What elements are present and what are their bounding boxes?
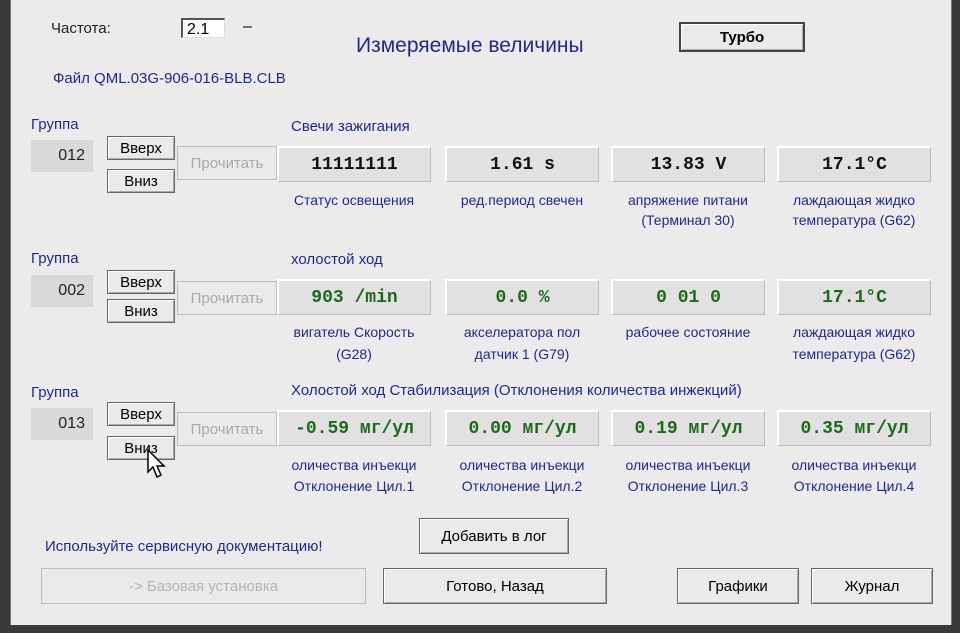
add-to-log-button[interactable]: Добавить в лог bbox=[419, 518, 569, 554]
value-field: 13.83 V bbox=[611, 146, 765, 182]
value-field: 0.35 мг/ул bbox=[777, 410, 931, 446]
value-description: Статус освещения bbox=[293, 192, 415, 208]
group-number-field[interactable]: 002 bbox=[31, 275, 93, 307]
group-read-button[interactable]: Прочитать bbox=[177, 412, 277, 446]
frequency-suffix: – bbox=[243, 18, 252, 35]
value-description: оличества инъекци bbox=[791, 457, 917, 473]
value-description-2: Отклонение Цил.1 bbox=[293, 478, 415, 494]
group-read-button[interactable]: Прочитать bbox=[177, 281, 277, 315]
value-description-2: (Терминал 30) bbox=[641, 212, 735, 228]
value-description: лаждающая жидко bbox=[793, 192, 915, 208]
file-label: Файл QML.03G-906-016-BLB.CLB bbox=[53, 70, 286, 87]
page-title: Измеряемые величины bbox=[356, 34, 584, 57]
group-up-button[interactable]: Вверх bbox=[107, 402, 175, 426]
value-field: 1.61 s bbox=[445, 146, 599, 182]
value-field: 17.1°C bbox=[777, 279, 931, 315]
group-label: Группа bbox=[31, 384, 79, 401]
journal-button[interactable]: Журнал bbox=[811, 568, 933, 604]
group-label: Группа bbox=[31, 250, 79, 267]
group-number-field[interactable]: 012 bbox=[31, 140, 93, 172]
value-description: вигатель Скорость bbox=[293, 324, 415, 340]
value-description: оличества инъекци bbox=[459, 457, 585, 473]
value-field: 17.1°C bbox=[777, 146, 931, 182]
group-down-button[interactable]: Вниз bbox=[107, 299, 175, 323]
value-description-2: температура (G62) bbox=[792, 346, 916, 362]
value-field: 903 /min bbox=[277, 279, 431, 315]
value-description: акселератора пол bbox=[463, 324, 581, 340]
value-description: рабочее состояние bbox=[625, 324, 751, 340]
value-description-2: датчик 1 (G79) bbox=[474, 346, 570, 362]
value-description-2: Отклонение Цил.4 bbox=[793, 478, 915, 494]
turbo-button[interactable]: Турбо bbox=[679, 22, 805, 52]
measured-values-window: Частота: 2.1 – Измеряемые величины Турбо… bbox=[10, 0, 952, 625]
group-title: Холостой ход Стабилизация (Отклонения ко… bbox=[291, 382, 742, 399]
done-back-button[interactable]: Готово, Назад bbox=[383, 568, 607, 604]
basic-settings-button[interactable]: -> Базовая установка bbox=[41, 568, 366, 604]
group-read-button[interactable]: Прочитать bbox=[177, 146, 277, 180]
value-field: 0 01 0 bbox=[611, 279, 765, 315]
value-description-2: (G28) bbox=[336, 346, 372, 362]
value-description: оличества инъекци bbox=[625, 457, 751, 473]
value-description: оличества инъекци bbox=[291, 457, 417, 473]
basic-settings-label: -> Базовая установка bbox=[128, 577, 279, 595]
value-field: 11111111 bbox=[277, 146, 431, 182]
mouse-cursor-icon bbox=[147, 448, 166, 479]
value-description-2: Отклонение Цил.3 bbox=[627, 478, 749, 494]
value-description: ред.период свечен bbox=[460, 192, 584, 208]
value-field: 0.19 мг/ул bbox=[611, 410, 765, 446]
value-description: лаждающая жидко bbox=[793, 324, 915, 340]
value-field: -0.59 мг/ул bbox=[277, 410, 431, 446]
service-documentation-note: Используйте сервисную документацию! bbox=[45, 538, 323, 555]
group-label: Группа bbox=[31, 116, 79, 133]
group-up-button[interactable]: Вверх bbox=[107, 136, 175, 160]
group-title: Свечи зажигания bbox=[291, 118, 410, 135]
value-field: 0.00 мг/ул bbox=[445, 410, 599, 446]
frequency-label: Частота: bbox=[51, 20, 111, 37]
group-number-field[interactable]: 013 bbox=[31, 408, 93, 440]
value-description: апряжение питани bbox=[628, 192, 748, 208]
value-description-2: Отклонение Цил.2 bbox=[461, 478, 583, 494]
graphs-button[interactable]: Графики bbox=[677, 568, 799, 604]
group-down-button[interactable]: Вниз bbox=[107, 169, 175, 193]
frequency-value: 2.1 bbox=[181, 18, 225, 38]
value-field: 0.0 % bbox=[445, 279, 599, 315]
group-up-button[interactable]: Вверх bbox=[107, 270, 175, 294]
group-title: холостой ход bbox=[291, 251, 383, 268]
value-description-2: температура (G62) bbox=[792, 212, 916, 228]
